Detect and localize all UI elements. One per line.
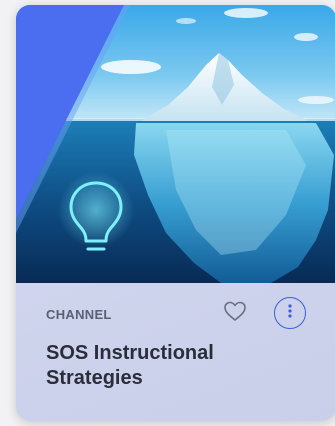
heart-outline-icon <box>223 300 247 327</box>
card-meta: CHANNEL SOS Instructional Strategies <box>16 283 335 421</box>
card-hero-image <box>16 5 335 283</box>
vertical-ellipsis-icon <box>287 303 293 323</box>
more-options-button[interactable] <box>274 297 306 329</box>
channel-card[interactable]: CHANNEL SOS Instructional Strategies <box>16 5 335 421</box>
content-type-label: CHANNEL <box>46 307 112 322</box>
card-title[interactable]: SOS Instructional Strategies <box>46 341 286 391</box>
favorite-button[interactable] <box>221 299 249 327</box>
